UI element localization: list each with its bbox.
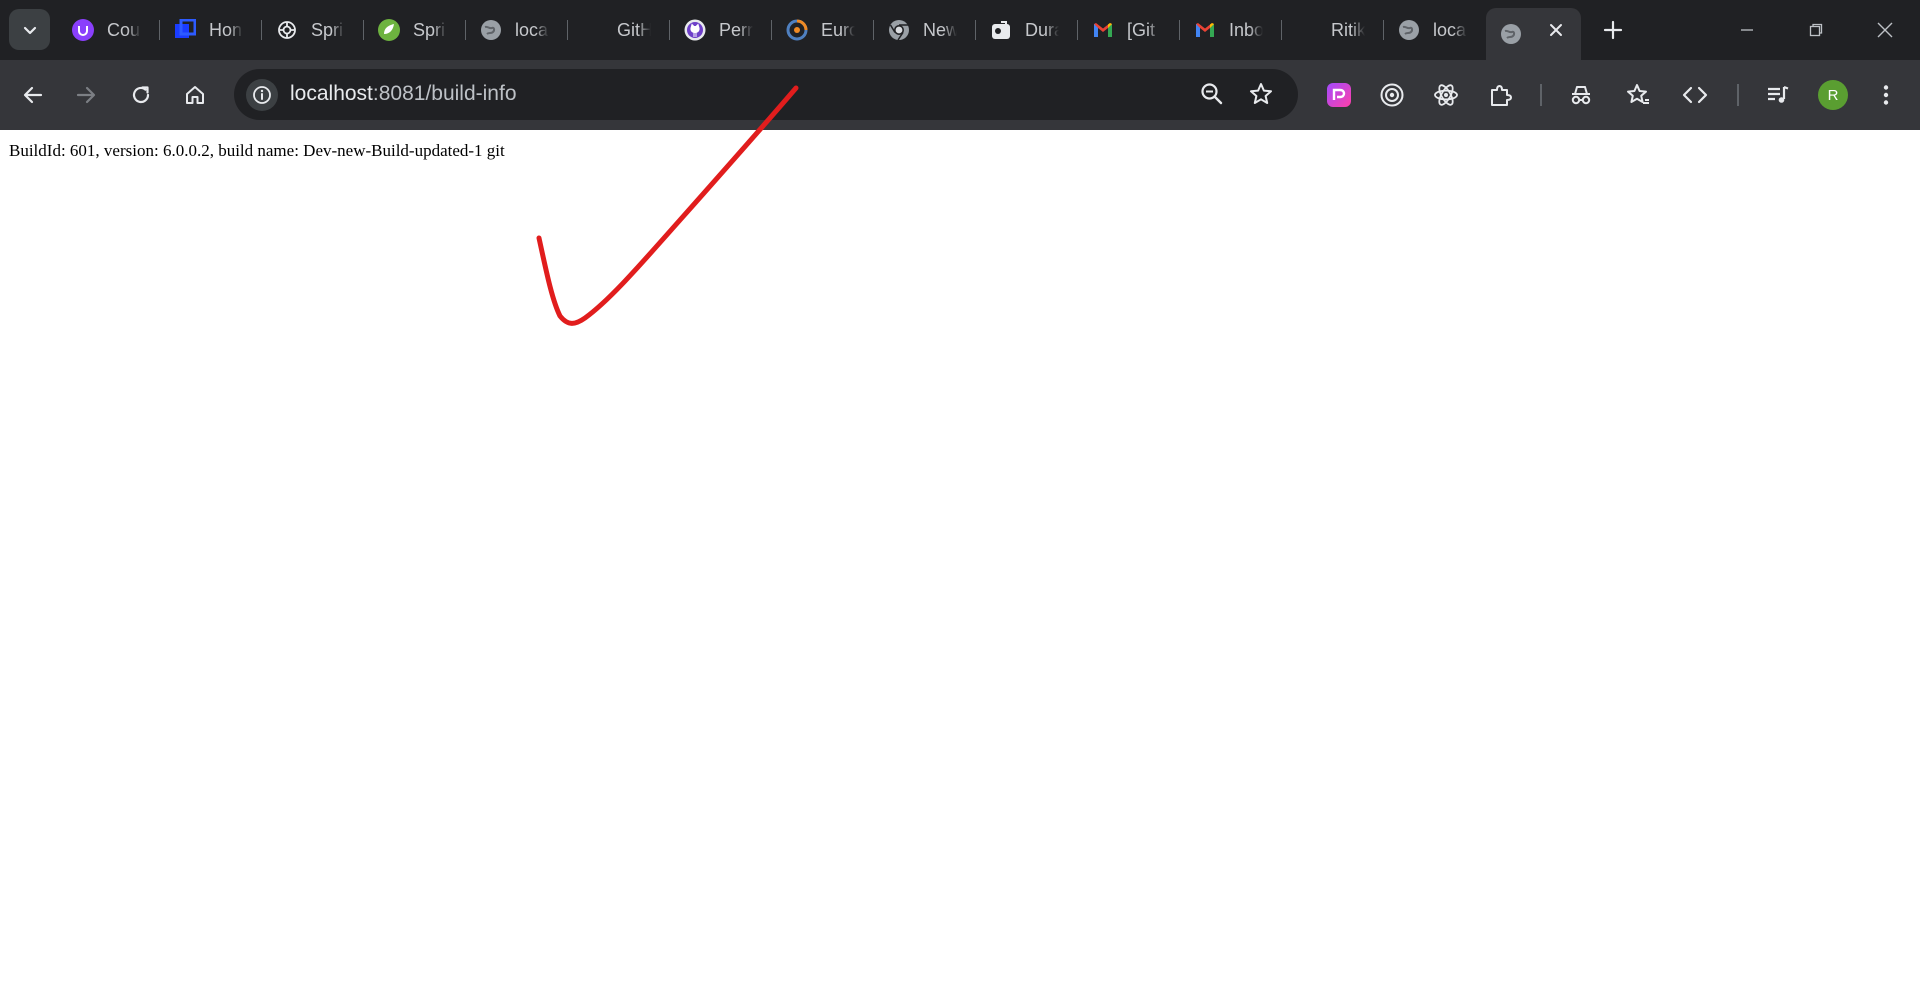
checkmark-annotation bbox=[536, 85, 799, 326]
annotation-stroke bbox=[536, 85, 799, 326]
